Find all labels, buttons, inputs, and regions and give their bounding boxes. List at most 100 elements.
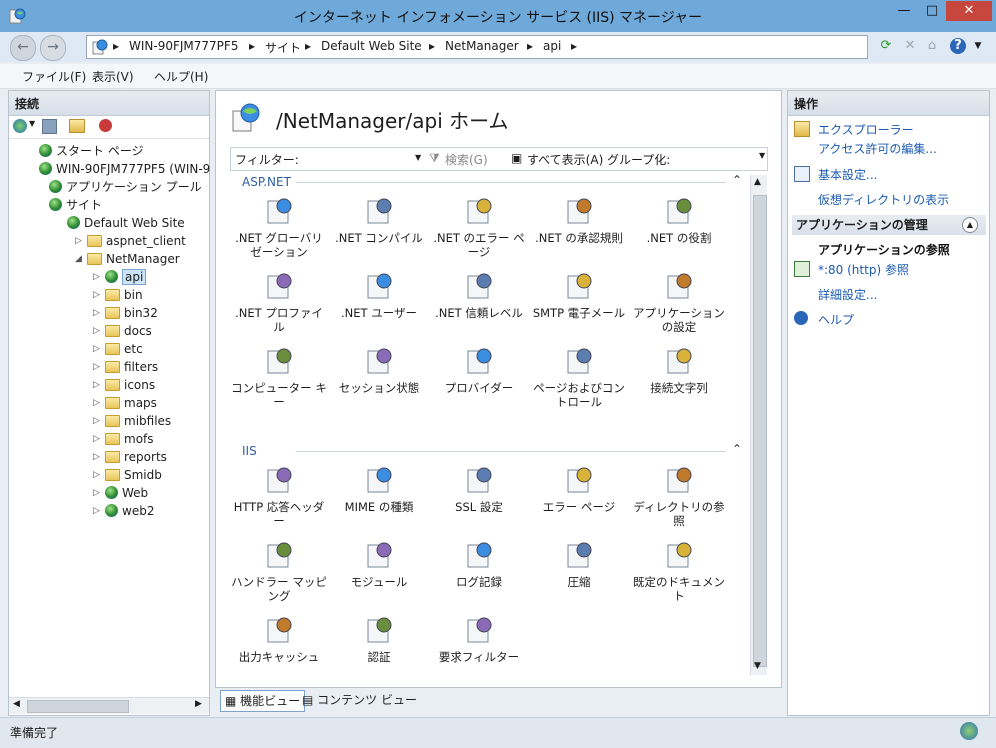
expander-icon[interactable]: ▷ (93, 431, 100, 448)
browse-link[interactable]: *:80 (http) 参照 (818, 261, 909, 278)
feature-item[interactable]: SSL 設定 (430, 464, 528, 514)
close-button[interactable]: ✕ (946, 1, 992, 21)
explore-link[interactable]: エクスプローラー (818, 121, 914, 138)
feature-item[interactable]: ページおよびコントロール (530, 345, 628, 409)
feature-item[interactable]: .NET の承認規則 (530, 195, 628, 245)
feature-item[interactable]: セッション状態 (330, 345, 428, 395)
expander-icon[interactable]: ▷ (93, 341, 100, 358)
expander-icon[interactable]: ▷ (93, 395, 100, 412)
collapse-section-icon[interactable]: ⌃ (732, 442, 742, 456)
feature-item[interactable]: コンピューター キー (230, 345, 328, 409)
menu-view[interactable]: 表示(V) (92, 68, 134, 85)
tree-item[interactable]: mibfiles ▷ (93, 413, 171, 430)
filter-input[interactable] (301, 148, 419, 168)
feature-item[interactable]: 接続文字列 (630, 345, 728, 395)
feature-item[interactable]: プロバイダー (430, 345, 528, 395)
feature-item[interactable]: 認証 (330, 614, 428, 664)
expander-icon[interactable]: ◢ (75, 251, 82, 268)
view-virtual-directories-link[interactable]: 仮想ディレクトリの表示 (818, 191, 949, 208)
help-icon[interactable]: ? (950, 38, 966, 54)
feature-item[interactable]: .NET コンパイル (330, 195, 428, 245)
feature-item[interactable]: 要求フィルター (430, 614, 528, 664)
scroll-right-icon[interactable]: ▶ (195, 699, 202, 709)
tree-item[interactable]: Default Web Site (67, 215, 185, 232)
feature-item[interactable]: MIME の種類 (330, 464, 428, 514)
tree-item[interactable]: Smidb ▷ (93, 467, 162, 484)
expander-icon[interactable]: ▷ (75, 233, 82, 250)
tree-item[interactable]: WIN-90FJM777PF5 (WIN-9 (39, 161, 210, 178)
expander-icon[interactable]: ▷ (93, 305, 100, 322)
feature-item[interactable]: モジュール (330, 539, 428, 589)
minimize-button[interactable]: — (890, 1, 918, 21)
tree-item[interactable]: サイト (49, 197, 102, 214)
expander-icon[interactable]: ▷ (93, 503, 100, 520)
scroll-thumb[interactable] (27, 700, 129, 713)
connect-dropdown-icon[interactable]: ▼ (29, 119, 35, 128)
collapse-icon[interactable]: ▲ (962, 217, 978, 233)
save-icon[interactable] (42, 119, 57, 134)
address-bar[interactable]: ▸ WIN-90FJM777PF5 ▸ サイト ▸ Default Web Si… (86, 35, 868, 59)
connect-icon[interactable] (13, 119, 27, 133)
feature-item[interactable]: 出力キャッシュ (230, 614, 328, 664)
tree-item[interactable]: icons ▷ (93, 377, 155, 394)
feature-item[interactable]: .NET の役割 (630, 195, 728, 245)
tree-item[interactable]: mofs ▷ (93, 431, 154, 448)
feature-item[interactable]: ログ記録 (430, 539, 528, 589)
crumb-netmanager[interactable]: NetManager (445, 39, 519, 53)
feature-item[interactable]: ディレクトリの参照 (630, 464, 728, 528)
refresh-icon[interactable]: ⟳ (876, 36, 896, 56)
expander-icon[interactable]: ▷ (93, 449, 100, 466)
feature-item[interactable]: 既定のドキュメント (630, 539, 728, 603)
tab-features-view[interactable]: ▦ 機能ビュー (220, 690, 306, 712)
tree-item[interactable]: api ▷ (93, 269, 147, 286)
feature-item[interactable]: SMTP 電子メール (530, 270, 628, 320)
feature-item[interactable]: エラー ページ (530, 464, 628, 514)
expander-icon[interactable]: ▷ (93, 485, 100, 502)
tree-item[interactable]: docs ▷ (93, 323, 152, 340)
crumb-default-web-site[interactable]: Default Web Site (321, 39, 422, 53)
expander-icon[interactable]: ▷ (93, 269, 100, 286)
menu-help[interactable]: ヘルプ(H) (154, 68, 208, 85)
home-icon[interactable]: ⌂ (922, 36, 942, 56)
vertical-scrollbar[interactable]: ▲ ▼ (750, 175, 767, 675)
menu-file[interactable]: ファイル(F) (22, 68, 86, 85)
help-dropdown-icon[interactable]: ▼ (968, 36, 988, 56)
tree-item[interactable]: web2 ▷ (93, 503, 154, 520)
feature-item[interactable]: .NET 信頼レベル (430, 270, 528, 320)
feature-item[interactable]: ハンドラー マッピング (230, 539, 328, 603)
scroll-down-icon[interactable]: ▼ (754, 661, 761, 671)
feature-item[interactable]: .NET プロファイル (230, 270, 328, 334)
maximize-button[interactable]: □ (918, 1, 946, 21)
expander-icon[interactable]: ▷ (93, 413, 100, 430)
group-by-dropdown-icon[interactable]: ▼ (759, 151, 765, 160)
advanced-settings-link[interactable]: 詳細設定... (818, 286, 877, 303)
horizontal-scrollbar[interactable]: ◀ ▶ (9, 697, 209, 714)
app-manage-section-header[interactable]: アプリケーションの管理 ▲ (792, 215, 986, 235)
scroll-thumb[interactable] (753, 195, 767, 667)
expander-icon[interactable]: ▷ (93, 467, 100, 484)
expander-icon[interactable]: ▷ (93, 359, 100, 376)
tab-content-view[interactable]: ▤ コンテンツ ビュー (298, 690, 421, 710)
feature-item[interactable]: HTTP 応答ヘッダー (230, 464, 328, 528)
stop-icon[interactable]: ✕ (900, 36, 920, 56)
tree-item[interactable]: アプリケーション プール (49, 179, 202, 196)
disconnect-icon[interactable] (99, 119, 112, 132)
forward-button[interactable]: → (40, 35, 66, 61)
feature-item[interactable]: .NET のエラー ページ (430, 195, 528, 259)
search-button[interactable]: 検索(G) (445, 151, 488, 168)
feature-item[interactable]: 圧縮 (530, 539, 628, 589)
collapse-section-icon[interactable]: ⌃ (732, 173, 742, 187)
edit-permissions-link[interactable]: アクセス許可の編集... (818, 140, 937, 157)
crumb-api[interactable]: api (543, 39, 561, 53)
expander-icon[interactable]: ▷ (93, 287, 100, 304)
tree-item[interactable]: maps ▷ (93, 395, 157, 412)
search-icon[interactable]: ⧩ (429, 151, 440, 166)
expander-icon[interactable]: ▷ (93, 377, 100, 394)
feature-item[interactable]: .NET グローバリゼーション (230, 195, 328, 259)
scroll-left-icon[interactable]: ◀ (13, 699, 20, 709)
tree-item[interactable]: Web ▷ (93, 485, 148, 502)
crumb-server[interactable]: WIN-90FJM777PF5 (129, 39, 238, 53)
filter-dropdown-icon[interactable]: ▼ (415, 153, 421, 162)
tree-item[interactable]: bin ▷ (93, 287, 143, 304)
expander-icon[interactable]: ▷ (93, 323, 100, 340)
